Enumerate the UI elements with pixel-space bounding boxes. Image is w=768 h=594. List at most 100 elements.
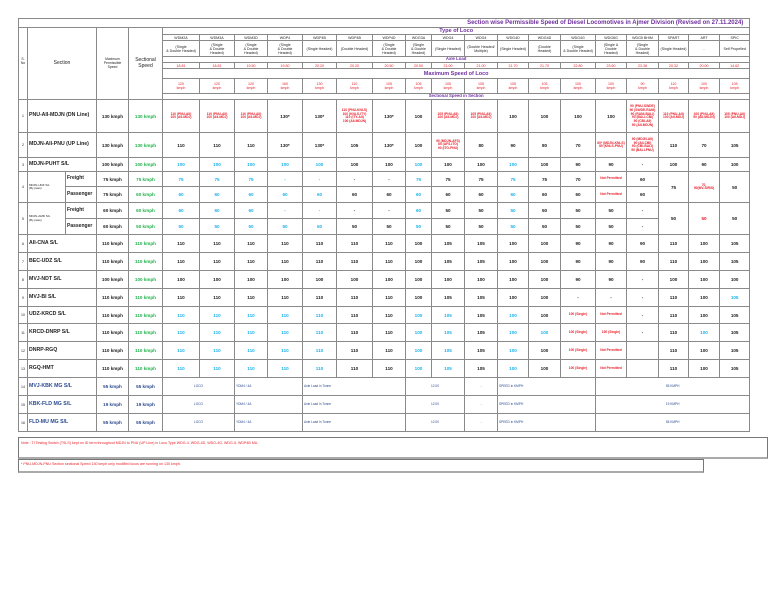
loco-desc: (Single Headed)	[497, 40, 529, 58]
loco-desc: (Single & Double Headed)	[372, 40, 406, 58]
row-section: AII-CNA S/L	[27, 234, 97, 254]
speed-cell: 100	[162, 157, 200, 173]
speed-cell: 50	[464, 218, 498, 236]
table-row: S. No . Section Maximum Permissible Speed S…	[18, 26, 751, 101]
speed-cell: 100	[528, 99, 561, 134]
speed-cell: 80	[464, 132, 498, 159]
row-max-speed: 75 kmph	[96, 186, 129, 204]
speed-cell: 105	[718, 341, 751, 361]
speed-cell: 130*	[302, 132, 337, 159]
loco-desc: (Single & Double Headed)	[267, 40, 303, 58]
speed-cell: 55 KMPH	[594, 377, 751, 397]
row-sectional-speed: 110 kmph	[128, 234, 163, 254]
speed-cell: 12.00	[405, 413, 465, 433]
speed-cell: Not Permitted	[595, 359, 627, 379]
speed-cell: 90	[560, 234, 596, 254]
speed-cell: 100	[528, 288, 561, 308]
row-max-speed: 55 kmph	[96, 377, 129, 397]
speed-cell: 100	[405, 288, 432, 308]
header-sectional-speed: Sectional Speed	[128, 26, 163, 101]
speed-cell: 100	[688, 288, 720, 308]
speed-cell: 60* (MDJN-KNLS) 80 (KNLS-PNU)	[595, 132, 627, 159]
speed-cell: -	[267, 171, 303, 188]
loco-desc: (Single Headed)	[302, 40, 337, 58]
speed-cell: -	[626, 306, 659, 325]
speed-cell: 100	[718, 157, 751, 173]
speed-cell: 60	[464, 186, 498, 204]
speed-cell: 90	[595, 252, 627, 272]
row-section: PNU-AII-MDJN (DN Line)	[27, 99, 97, 134]
note-text: * PNU-MDJN-PNU Section sectional Speed 1…	[21, 462, 181, 466]
speed-cell: 70, 50(MV-SIR/S)	[688, 171, 720, 204]
speed-cell	[626, 359, 659, 379]
speed-cell: 105	[431, 234, 465, 254]
max-speed-value: 160 kmph	[267, 78, 303, 95]
speed-cell: 105	[336, 132, 373, 159]
speed-cell: 110	[234, 359, 268, 379]
speed-cell: 100	[431, 157, 465, 173]
speed-cell: -	[372, 202, 406, 220]
speed-cell: 110	[372, 323, 406, 343]
speed-cell: 50	[431, 202, 465, 220]
speed-cell: 110	[199, 306, 235, 325]
speed-cell: 100 (Single)	[595, 323, 627, 343]
header-sno: S. No .	[18, 26, 28, 101]
speed-cell: 100	[372, 157, 406, 173]
speed-cell: 100	[234, 270, 268, 290]
max-speed-value: 105 kmph	[497, 78, 529, 95]
speed-cell: 100	[688, 234, 720, 254]
speed-cell: 70	[560, 132, 596, 159]
row-sno: 10	[18, 306, 28, 325]
max-speed-value: 130 kmph	[302, 78, 337, 95]
speed-cell: 105 (PNU-AII) 100 (AII-MDJ)	[431, 99, 465, 134]
speed-cell: 130*	[267, 99, 303, 134]
speed-cell: 100	[405, 252, 432, 272]
speed-cell: 80	[528, 132, 561, 159]
speed-cell: 60	[162, 186, 200, 204]
speed-cell: 105	[718, 252, 751, 272]
speed-cell: 110	[199, 234, 235, 254]
max-speed-value: 120 kmph	[199, 78, 235, 95]
speed-cell: 60	[560, 186, 596, 204]
speed-cell: 75	[431, 171, 465, 188]
speed-cell: 110	[658, 234, 689, 254]
speed-cell: 50	[497, 202, 529, 220]
speed-cell: 50	[718, 202, 751, 236]
speed-cell: 100	[658, 157, 689, 173]
speed-cell: 110	[372, 359, 406, 379]
speed-cell: 100	[528, 234, 561, 254]
table-row: 11 KRCD-DNRP S/L 110 kmph 110 kmph 110 110 110…	[18, 323, 751, 343]
speed-cell: -	[595, 288, 627, 308]
speed-cell: 110	[267, 306, 303, 325]
speed-cell: 110 (PNU-KNLS) 100 (KNLS-ITY) 110 (ITY-A…	[336, 99, 373, 134]
max-speed-value: 105 kmph	[372, 78, 406, 95]
speed-cell: 110	[267, 234, 303, 254]
loco-desc: (Single & Double Headed)	[595, 40, 627, 58]
row-section: MVJ-NDT S/L	[27, 270, 97, 290]
speed-cell: 100	[405, 234, 432, 254]
row-sno: 9	[18, 288, 28, 308]
speed-cell: 110	[199, 341, 235, 361]
row-sno: 1	[18, 99, 28, 134]
row-sno: 5	[18, 202, 28, 236]
speed-cell: SPEED in KMPH	[497, 395, 596, 415]
speed-cell: 110	[372, 234, 406, 254]
row-max-speed: 55 kmph	[96, 413, 129, 433]
max-speed-value: 100 kmph	[560, 78, 596, 95]
row-category: Freight	[65, 202, 97, 220]
speed-cell: 100	[372, 270, 406, 290]
loco-desc: -	[688, 40, 720, 58]
speed-cell: 70	[688, 132, 720, 159]
speed-cell: 100 (Single)	[560, 359, 596, 379]
speed-cell: 100	[405, 306, 432, 325]
speed-cell: 110	[302, 252, 337, 272]
row-sno: 12	[18, 341, 28, 361]
max-speed-value: 105 kmph	[718, 78, 751, 95]
speed-cell: 100	[199, 270, 235, 290]
row-max-speed: 75 kmph	[96, 171, 129, 188]
speed-cell: 19 KMPH	[594, 395, 751, 415]
row-sectional-speed: 75 kmph	[128, 171, 163, 188]
speed-cell: 90	[626, 252, 659, 272]
loco-desc: (Single & Double Headed)	[199, 40, 235, 58]
speed-cell: 60	[405, 186, 432, 204]
